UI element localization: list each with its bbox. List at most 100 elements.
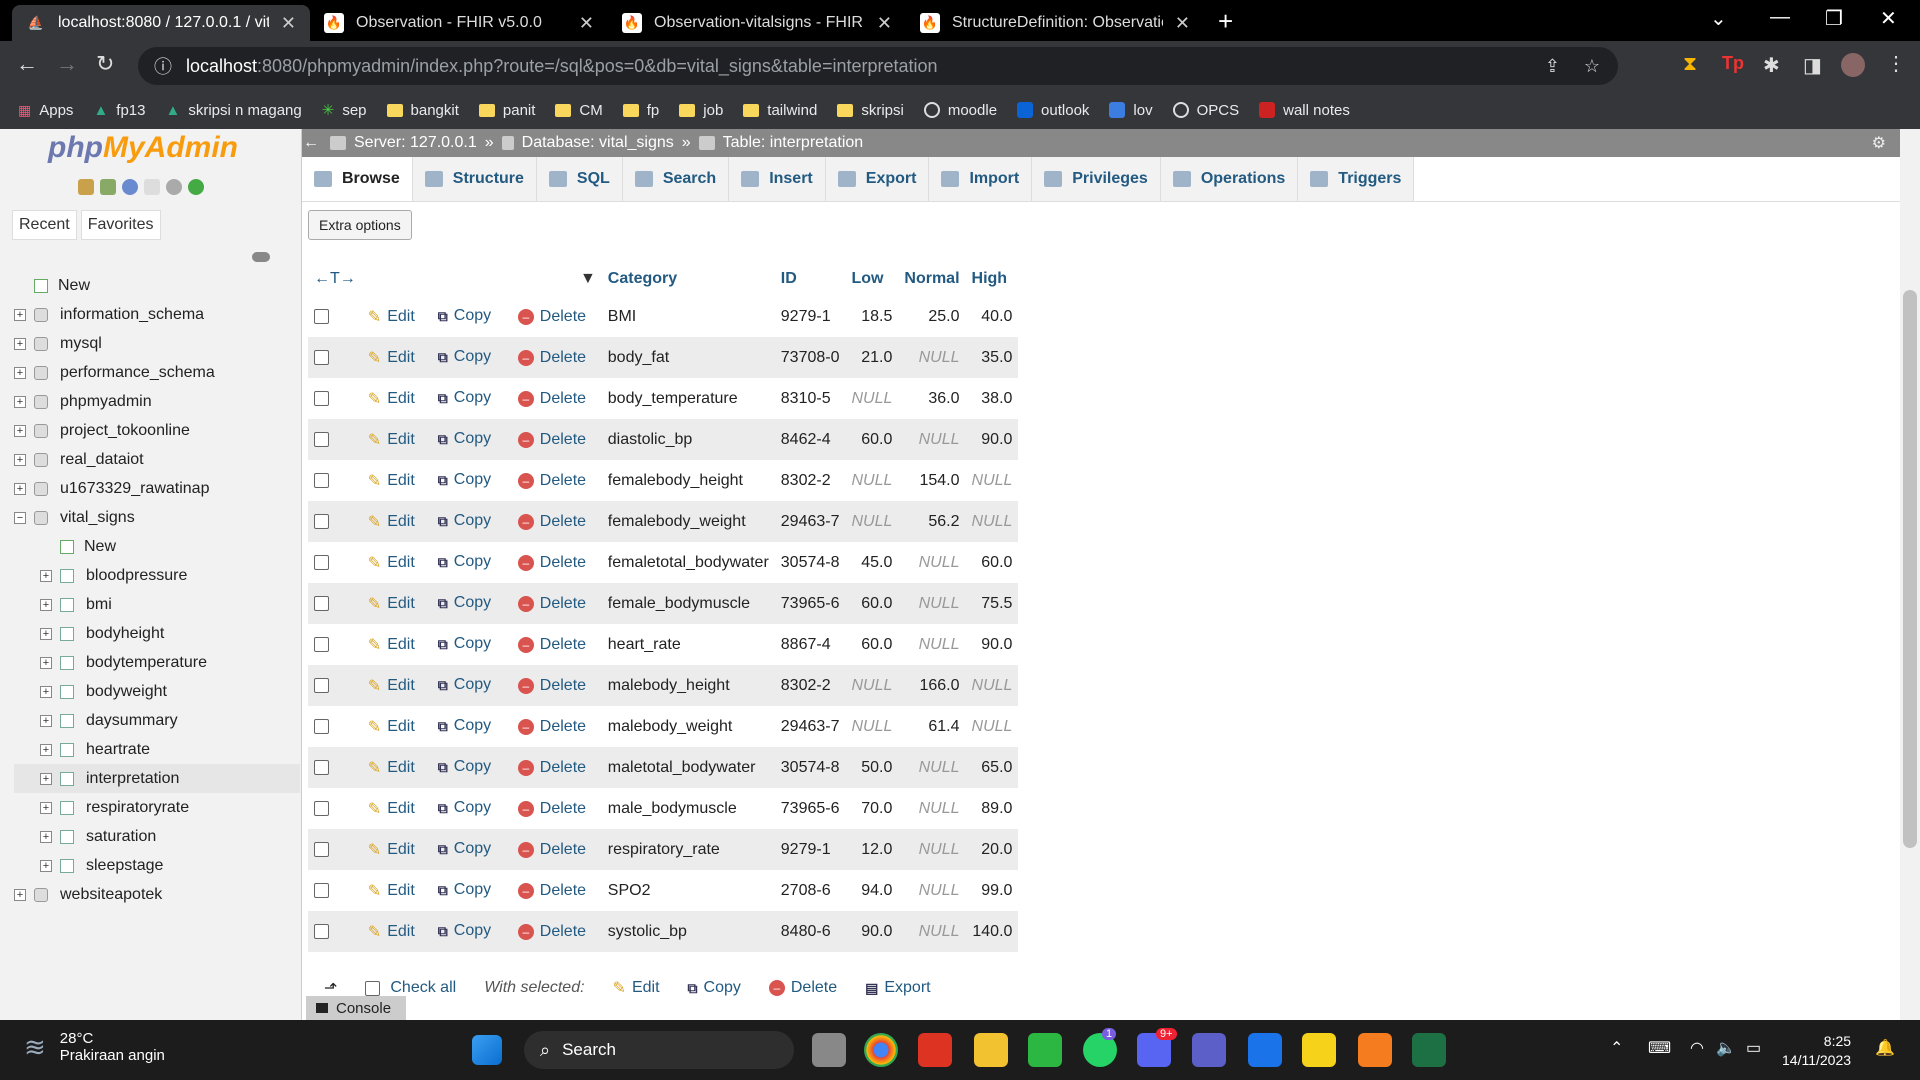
browser-tab[interactable]: 🔥 Observation - FHIR v5.0.0 ✕ [310, 5, 608, 41]
cell-low[interactable]: 45.0 [845, 542, 899, 583]
column-header-high[interactable]: High [965, 262, 1019, 296]
taskbar-search[interactable]: ⌕ Search [524, 1031, 794, 1069]
browser-tab[interactable]: 🔥 StructureDefinition: Observation ✕ [906, 5, 1204, 41]
tree-database-u1673329_rawatinap[interactable]: + u1673329_rawatinap [14, 474, 300, 503]
bookmark-item[interactable]: outlook [1017, 102, 1089, 119]
row-copy-button[interactable]: ⧉ Copy [431, 337, 512, 378]
row-select-cell[interactable] [308, 665, 362, 706]
cell-id[interactable]: 8462-4 [774, 419, 846, 460]
row-checkbox[interactable] [314, 390, 329, 406]
row-edit-button[interactable]: ✎ Edit [361, 870, 432, 911]
tree-node-label[interactable]: heartrate [86, 741, 150, 759]
help-icon[interactable] [122, 179, 138, 195]
column-header-category[interactable]: Category [601, 262, 775, 296]
tree-node-label[interactable]: u1673329_rawatinap [60, 480, 209, 498]
row-copy-button[interactable]: ⧉ Copy [431, 583, 512, 624]
cell-category[interactable]: body_temperature [601, 378, 775, 419]
profile-avatar[interactable] [1841, 53, 1865, 77]
cell-category[interactable]: female_bodymuscle [601, 583, 775, 624]
row-select-cell[interactable] [308, 706, 362, 747]
tree-database-vital_signs[interactable]: − vital_signs [14, 503, 300, 532]
collapse-nav-icon[interactable]: ← [302, 134, 320, 152]
column-header-normal[interactable]: Normal [898, 262, 966, 296]
cell-normal[interactable]: 56.2 [898, 501, 966, 542]
row-checkbox[interactable] [314, 636, 329, 652]
phpmyadmin-logo[interactable]: phpMyAdmin [48, 131, 238, 165]
row-edit-button[interactable]: ✎ Edit [361, 747, 432, 788]
cell-low[interactable]: 12.0 [845, 829, 899, 870]
cell-id[interactable]: 30574-8 [774, 747, 846, 788]
cell-id[interactable]: 9279-1 [774, 829, 846, 870]
tree-node-label[interactable]: bloodpressure [86, 567, 187, 585]
tree-node-label[interactable]: daysummary [86, 712, 178, 730]
cell-normal[interactable]: 25.0 [898, 296, 966, 337]
chrome-icon[interactable] [864, 1033, 898, 1067]
row-delete-button[interactable]: – Delete [511, 337, 602, 378]
cell-high[interactable]: 75.5 [965, 583, 1019, 624]
link-with-main-icon[interactable] [252, 252, 270, 262]
cell-normal[interactable]: NULL [898, 583, 966, 624]
cell-low[interactable]: NULL [845, 706, 899, 747]
expand-node-icon[interactable]: + [40, 714, 52, 727]
cell-category[interactable]: femaletotal_bodywater [601, 542, 775, 583]
tab-browse[interactable]: Browse [302, 157, 413, 201]
tree-database-mysql[interactable]: + mysql [14, 329, 300, 358]
cell-high[interactable]: NULL [965, 706, 1019, 747]
tab-sql[interactable]: SQL [536, 157, 623, 201]
expand-node-icon[interactable]: + [40, 743, 52, 756]
breadcrumb-table[interactable]: Table: interpretation [723, 134, 864, 152]
cell-high[interactable]: 90.0 [965, 624, 1019, 665]
row-copy-button[interactable]: ⧉ Copy [431, 624, 512, 665]
cell-id[interactable]: 29463-7 [774, 501, 846, 542]
bookmark-folder[interactable]: bangkit [386, 102, 459, 119]
restore-icon[interactable]: ❐ [1825, 6, 1843, 31]
tree-node-label[interactable]: interpretation [86, 770, 179, 788]
expand-node-icon[interactable]: + [40, 859, 52, 872]
row-delete-button[interactable]: – Delete [511, 296, 602, 337]
row-copy-button[interactable]: ⧉ Copy [431, 870, 512, 911]
site-info-icon[interactable]: ⓘ [154, 53, 172, 79]
cell-normal[interactable]: NULL [898, 747, 966, 788]
tab-structure[interactable]: Structure [412, 157, 537, 201]
bookmark-item[interactable]: ✳ sep [322, 101, 367, 120]
tree-table-bodyweight[interactable]: + bodyweight [14, 677, 300, 706]
tree-node-label[interactable]: vital_signs [60, 509, 135, 527]
row-edit-button[interactable]: ✎ Edit [361, 829, 432, 870]
tree-table-sleepstage[interactable]: + sleepstage [14, 851, 300, 880]
extra-options-button[interactable]: Extra options [308, 210, 412, 240]
row-checkbox[interactable] [314, 841, 329, 857]
cell-low[interactable]: NULL [845, 501, 899, 542]
acrobat-icon[interactable] [918, 1033, 952, 1067]
battery-icon[interactable]: ▭ [1746, 1038, 1761, 1058]
row-select-cell[interactable] [308, 583, 362, 624]
cell-low[interactable]: NULL [845, 665, 899, 706]
row-copy-button[interactable]: ⧉ Copy [431, 788, 512, 829]
expand-node-icon[interactable]: + [40, 656, 52, 669]
column-resize-arrows-icon[interactable]: ←T→ [308, 262, 362, 296]
cell-id[interactable]: 73708-0 [774, 337, 846, 378]
cell-high[interactable]: 35.0 [965, 337, 1019, 378]
cell-category[interactable]: malebody_height [601, 665, 775, 706]
row-edit-button[interactable]: ✎ Edit [361, 583, 432, 624]
expand-node-icon[interactable]: + [40, 801, 52, 814]
wifi-icon[interactable]: ◠ [1690, 1038, 1704, 1058]
row-edit-button[interactable]: ✎ Edit [361, 460, 432, 501]
tab-search-chevron-icon[interactable]: ⌄ [1710, 6, 1727, 31]
tree-node-label[interactable]: performance_schema [60, 364, 215, 382]
tree-database-information_schema[interactable]: + information_schema [14, 300, 300, 329]
row-delete-button[interactable]: – Delete [511, 624, 602, 665]
recent-tab[interactable]: Recent [12, 210, 77, 240]
cell-low[interactable]: 18.5 [845, 296, 899, 337]
breadcrumb-server[interactable]: Server: 127.0.0.1 [354, 134, 477, 152]
cell-category[interactable]: BMI [601, 296, 775, 337]
tree-database-performance_schema[interactable]: + performance_schema [14, 358, 300, 387]
tab-operations[interactable]: Operations [1160, 157, 1299, 201]
cell-category[interactable]: malebody_weight [601, 706, 775, 747]
row-edit-button[interactable]: ✎ Edit [361, 296, 432, 337]
cell-high[interactable]: 140.0 [965, 911, 1019, 952]
row-delete-button[interactable]: – Delete [511, 747, 602, 788]
cell-normal[interactable]: 154.0 [898, 460, 966, 501]
row-checkbox[interactable] [314, 595, 329, 611]
tree-node-label[interactable]: saturation [86, 828, 156, 846]
tree-node-label[interactable]: information_schema [60, 306, 204, 324]
